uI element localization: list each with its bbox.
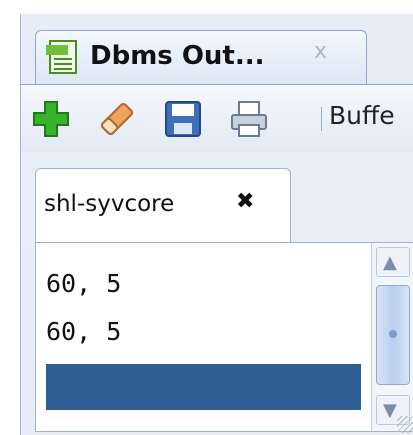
tab-dbms-output-label: Dbms Out... [90, 41, 265, 71]
selected-output-line[interactable] [46, 364, 361, 410]
chevron-up-icon: ▲ [383, 252, 397, 273]
resize-handle[interactable] [397, 416, 413, 433]
scrollbar-thumb[interactable] [376, 285, 410, 385]
vertical-scrollbar[interactable]: ▲ ▼ [371, 243, 413, 431]
connection-tab-strip: shl-syvcore ✖ [21, 152, 413, 242]
eraser-icon[interactable] [97, 99, 137, 139]
output-line: 60, 5 [46, 317, 122, 346]
close-icon[interactable]: ✖ [236, 189, 254, 214]
tab-dbms-output[interactable]: Dbms Out... x [35, 30, 367, 84]
connection-tab-label: shl-syvcore [44, 191, 175, 217]
chevron-down-icon: ▼ [383, 400, 397, 421]
buffer-size-label: Buffe [329, 101, 395, 130]
print-icon[interactable] [229, 99, 269, 139]
scrollbar-grip [389, 330, 397, 338]
dbms-output-icon [46, 40, 77, 74]
output-line: 60, 5 [46, 269, 122, 298]
save-icon[interactable] [163, 99, 203, 139]
plus-icon[interactable] [31, 99, 71, 139]
tab-connection[interactable]: shl-syvcore ✖ [35, 168, 291, 242]
scroll-up-button[interactable]: ▲ [376, 247, 410, 277]
output-text-area[interactable]: 60, 5 60, 5 ▲ ▼ [35, 242, 413, 432]
toolbar: Buffe [21, 84, 413, 152]
close-icon[interactable]: x [314, 39, 327, 64]
toolbar-separator [321, 107, 322, 131]
dbms-output-panel: Dbms Out... x Buffe shl-syvcore ✖ 60, 5 … [20, 14, 413, 435]
